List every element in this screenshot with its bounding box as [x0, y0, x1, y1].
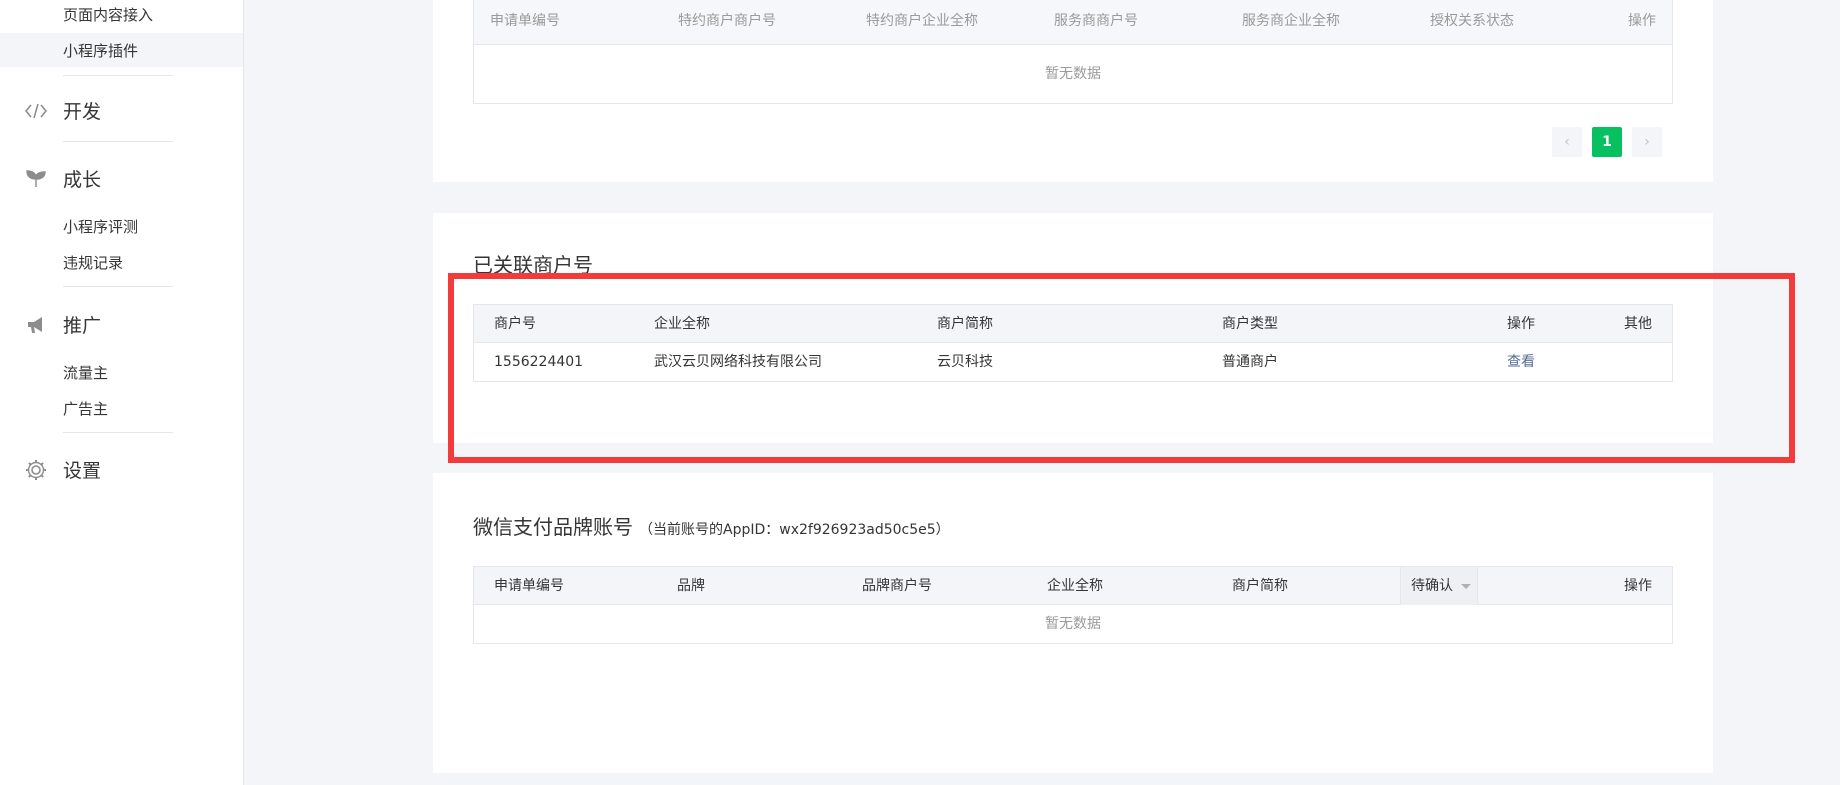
status-filter-dropdown[interactable]: 待确认: [1400, 567, 1478, 605]
caret-down-icon: [1461, 583, 1471, 589]
sidebar-item-violations[interactable]: 违规记录: [63, 252, 123, 273]
brand-account-title-text: 微信支付品牌账号: [473, 515, 633, 539]
column-header: 操作: [1507, 316, 1535, 332]
view-link[interactable]: 查看: [1507, 343, 1535, 381]
sidebar-section-settings[interactable]: 设置: [24, 456, 101, 483]
merchant-id-cell: 1556224401: [494, 354, 584, 370]
column-header: 申请单编号: [494, 578, 564, 594]
sidebar-section-label: 开发: [63, 101, 102, 123]
sidebar-section-label: 成长: [63, 169, 102, 191]
column-header: 企业全称: [654, 316, 710, 332]
sidebar-section-label: 设置: [63, 460, 102, 482]
merchant-type-cell: 普通商户: [1222, 354, 1278, 370]
sidebar-item-traffic-owner[interactable]: 流量主: [63, 362, 108, 383]
sidebar-item-advertiser[interactable]: 广告主: [63, 398, 108, 419]
pagination: ‹ 1 ›: [1552, 127, 1662, 157]
sidebar-item-plugin[interactable]: 小程序插件: [63, 40, 138, 61]
empty-state: 暂无数据: [1045, 66, 1101, 82]
sidebar-divider: [63, 286, 173, 287]
column-header: 商户简称: [1232, 578, 1288, 594]
column-header: 操作: [1628, 13, 1656, 29]
megaphone-icon: [24, 313, 48, 337]
column-header: 授权关系状态: [1430, 13, 1514, 29]
sidebar-section-promotion[interactable]: 推广: [24, 311, 101, 338]
status-filter-value: 待确认: [1411, 578, 1453, 594]
column-header: 品牌: [677, 578, 705, 594]
short-name-cell: 云贝科技: [937, 354, 993, 370]
column-header: 品牌商户号: [862, 578, 932, 594]
column-header: 商户简称: [937, 316, 993, 332]
table-header: 申请单编号 品牌 品牌商户号 企业全称 商户简称 待确认 操作: [474, 567, 1672, 605]
next-page-button[interactable]: ›: [1632, 127, 1662, 157]
sidebar-section-develop[interactable]: 开发: [24, 97, 101, 124]
appid-subtitle: （当前账号的AppID：wx2f926923ad50c5e5）: [639, 522, 950, 538]
column-header: 服务商企业全称: [1242, 13, 1340, 29]
sidebar-divider: [63, 141, 173, 142]
sidebar-section-label: 推广: [63, 315, 102, 337]
table-header: 商户号 企业全称 商户简称 商户类型 操作 其他: [474, 305, 1672, 343]
brand-account-title: 微信支付品牌账号 （当前账号的AppID：wx2f926923ad50c5e5）: [473, 511, 950, 540]
table-header: 申请单编号 特约商户商户号 特约商户企业全称 服务商商户号 服务商企业全称 授权…: [474, 0, 1672, 45]
gear-icon: [24, 458, 48, 482]
sidebar: 页面内容接入 小程序插件 开发 成长 小程序评测 违规记录 推广 流量主 广告主…: [0, 0, 244, 785]
sidebar-divider: [63, 432, 173, 433]
sprout-icon: [24, 167, 48, 191]
brand-account-table: 申请单编号 品牌 品牌商户号 企业全称 商户简称 待确认 操作 暂无数据: [473, 566, 1673, 644]
sidebar-item-review[interactable]: 小程序评测: [63, 216, 138, 237]
code-icon: [24, 99, 48, 123]
column-header: 企业全称: [1047, 578, 1103, 594]
sidebar-divider: [63, 75, 173, 76]
column-header: 服务商商户号: [1054, 13, 1138, 29]
auth-table: 申请单编号 特约商户商户号 特约商户企业全称 服务商商户号 服务商企业全称 授权…: [473, 0, 1673, 104]
column-header: 申请单编号: [490, 13, 560, 29]
table-row: 1556224401 武汉云贝网络科技有限公司 云贝科技 普通商户 查看: [474, 343, 1672, 381]
column-header: 操作: [1624, 578, 1652, 594]
company-cell: 武汉云贝网络科技有限公司: [654, 354, 822, 370]
column-header: 商户号: [494, 316, 536, 332]
sidebar-item-page-content[interactable]: 页面内容接入: [63, 4, 153, 25]
column-header: 特约商户企业全称: [866, 13, 978, 29]
linked-merchant-title: 已关联商户号: [473, 253, 593, 277]
linked-merchant-table: 商户号 企业全称 商户简称 商户类型 操作 其他 1556224401 武汉云贝…: [473, 304, 1673, 382]
column-header: 特约商户商户号: [678, 13, 776, 29]
prev-page-button[interactable]: ‹: [1552, 127, 1582, 157]
empty-state: 暂无数据: [1045, 616, 1101, 632]
column-header: 其他: [1624, 316, 1652, 332]
page-1-button[interactable]: 1: [1592, 127, 1622, 157]
sidebar-section-growth[interactable]: 成长: [24, 165, 101, 192]
column-header: 商户类型: [1222, 316, 1278, 332]
